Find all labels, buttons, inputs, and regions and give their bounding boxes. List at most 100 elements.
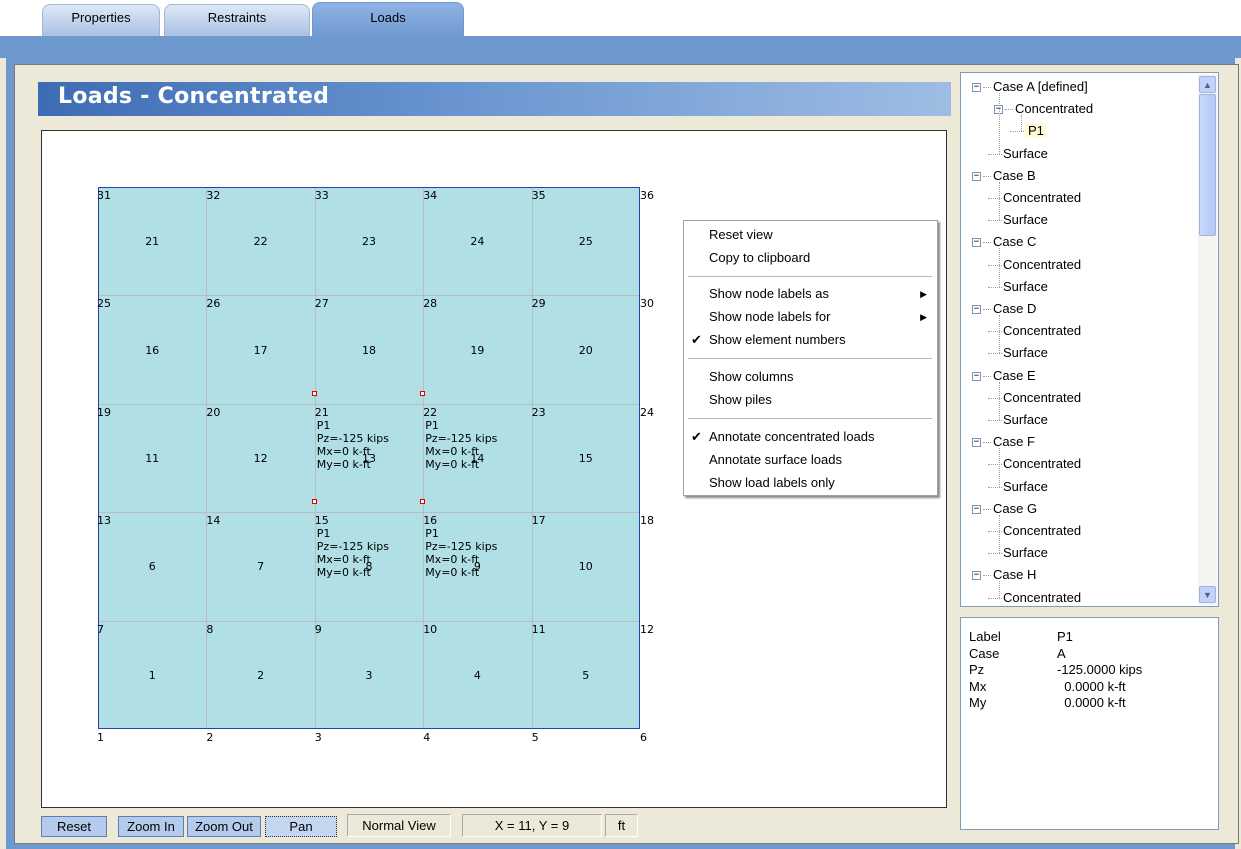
grid-line-vertical — [314, 188, 316, 728]
context-menu-item-label: Show load labels only — [709, 475, 835, 490]
scroll-thumb[interactable] — [1199, 94, 1216, 236]
collapse-icon[interactable]: − — [972, 571, 981, 581]
tree-item-label: Concentrated — [1003, 256, 1082, 272]
node-label: 36 — [640, 189, 654, 202]
load-marker[interactable] — [311, 499, 317, 505]
tree-item[interactable]: Concentrated — [1003, 521, 1081, 541]
property-value: A — [1057, 645, 1066, 661]
element-number: 10 — [578, 560, 593, 574]
property-row: Mx 0.0000 k-ft — [969, 679, 1209, 695]
tab-properties[interactable]: Properties — [42, 4, 160, 36]
reset-button[interactable]: Reset — [41, 816, 107, 837]
coordinates-status: X = 11, Y = 9 — [462, 814, 602, 837]
tree-item[interactable]: Surface — [1003, 410, 1048, 430]
context-menu-item[interactable]: Show columns — [684, 366, 937, 388]
context-menu-item-label: Copy to clipboard — [709, 250, 811, 265]
tree-item[interactable]: Surface — [1003, 144, 1048, 164]
load-case-tree[interactable]: − Case A [defined] − Concentrated P1 Surface −… — [960, 72, 1219, 607]
tree-item-selected[interactable]: P1 — [1025, 121, 1047, 141]
tree-connector — [988, 153, 1002, 155]
tree-connector — [999, 315, 1000, 354]
tree-item-label: Surface — [1003, 278, 1048, 294]
node-label: 35 — [531, 189, 546, 202]
submenu-arrow-icon: ▶ — [920, 312, 927, 322]
property-value: P1 — [1057, 629, 1073, 644]
element-number: 4 — [473, 668, 481, 682]
context-menu-item[interactable]: Show node labels as ▶ — [684, 283, 937, 305]
grid-line-horizontal — [99, 512, 639, 514]
property-row: My 0.0000 k-ft — [969, 695, 1209, 711]
element-number: 19 — [470, 343, 485, 357]
tree-item[interactable]: Concentrated — [1003, 588, 1081, 606]
context-menu-item-label: Show piles — [709, 392, 772, 407]
tree-item[interactable]: Concentrated — [1003, 388, 1081, 408]
tree-item[interactable]: Concentrated — [1003, 321, 1081, 341]
tree-item-label: Surface — [1003, 478, 1048, 494]
property-value: 0.0000 k-ft — [1057, 678, 1126, 694]
element-number: 20 — [578, 343, 593, 357]
collapse-icon[interactable]: − — [972, 371, 981, 381]
tree-item[interactable]: Surface — [1003, 543, 1048, 563]
tree-connector — [1021, 115, 1022, 132]
context-menu-item[interactable]: Show element numbers ✔ — [684, 329, 937, 351]
node-label: 1 — [97, 731, 104, 744]
tree-connector — [983, 175, 991, 177]
context-menu-item[interactable]: Reset view — [684, 224, 937, 246]
tree-item[interactable]: Surface — [1003, 343, 1048, 363]
node-label: 23 — [531, 405, 546, 419]
submenu-arrow-icon: ▶ — [920, 289, 927, 299]
tree-item[interactable]: Surface — [1003, 477, 1048, 497]
load-marker[interactable] — [420, 499, 426, 505]
tab-loads[interactable]: Loads — [312, 2, 464, 38]
tree-item[interactable]: Case A [defined] — [993, 77, 1088, 97]
context-menu-item[interactable]: Show load labels only — [684, 472, 937, 494]
tree-connector — [1010, 131, 1024, 133]
grid-line-vertical — [531, 188, 533, 728]
tree-connector — [999, 514, 1000, 554]
pan-button[interactable]: Pan — [265, 816, 337, 837]
collapse-icon[interactable]: − — [972, 171, 981, 181]
collapse-icon[interactable]: − — [972, 238, 981, 248]
context-menu-item[interactable]: Annotate concentrated loads ✔ — [684, 426, 937, 448]
node-label: 27 — [314, 297, 329, 311]
node-label: 19 — [97, 405, 111, 419]
tree-item[interactable]: Concentrated — [1003, 188, 1081, 208]
context-menu-item[interactable]: Show piles — [684, 389, 937, 411]
tree-item-label: Concentrated — [1015, 101, 1094, 117]
collapse-icon[interactable]: − — [972, 305, 981, 314]
tree-item[interactable]: Surface — [1003, 210, 1048, 230]
tree-item[interactable]: Surface — [1003, 277, 1048, 297]
element-number: 15 — [578, 452, 593, 465]
tree-item-label: Surface — [1003, 545, 1048, 561]
menu-separator — [688, 276, 932, 277]
load-properties-panel: Label P1 Case A Pz -125.0000 kips Mx 0.0000 k-… — [960, 617, 1219, 830]
tree-scrollbar[interactable]: ▲ ▼ — [1198, 74, 1217, 605]
tree-item[interactable]: Concentrated — [1003, 255, 1081, 275]
tab-restraints[interactable]: Restraints — [164, 4, 310, 36]
tree-item[interactable]: Concentrated — [1015, 99, 1093, 119]
context-menu-item[interactable]: Show node labels for ▶ — [684, 306, 937, 328]
property-row: Case A — [969, 646, 1209, 662]
load-marker[interactable] — [311, 390, 317, 396]
collapse-icon[interactable]: − — [972, 438, 981, 448]
zoom-in-button[interactable]: Zoom In — [118, 816, 184, 837]
property-key: Pz — [969, 662, 985, 677]
tree-connector — [983, 375, 991, 377]
element-number: 5 — [582, 668, 590, 682]
menu-separator — [688, 358, 932, 359]
tree-connector — [988, 353, 1002, 355]
context-menu-item[interactable]: Annotate surface loads — [684, 449, 937, 471]
tree-item[interactable]: Concentrated — [1003, 454, 1081, 474]
tree-item-label: Concentrated — [1003, 389, 1082, 405]
context-menu-item[interactable]: Copy to clipboard — [684, 247, 937, 269]
tree-item-label: Case E — [993, 367, 1036, 383]
checkmark-icon: ✔ — [691, 429, 702, 444]
zoom-out-button[interactable]: Zoom Out — [187, 816, 261, 837]
scroll-up-icon[interactable]: ▲ — [1199, 76, 1216, 93]
load-marker[interactable] — [420, 390, 426, 396]
collapse-icon[interactable]: − — [972, 504, 981, 514]
tree-item-label: Case B — [993, 167, 1036, 183]
element-number: 21 — [145, 235, 160, 249]
scroll-down-icon[interactable]: ▼ — [1199, 586, 1216, 603]
collapse-icon[interactable]: − — [972, 83, 981, 92]
